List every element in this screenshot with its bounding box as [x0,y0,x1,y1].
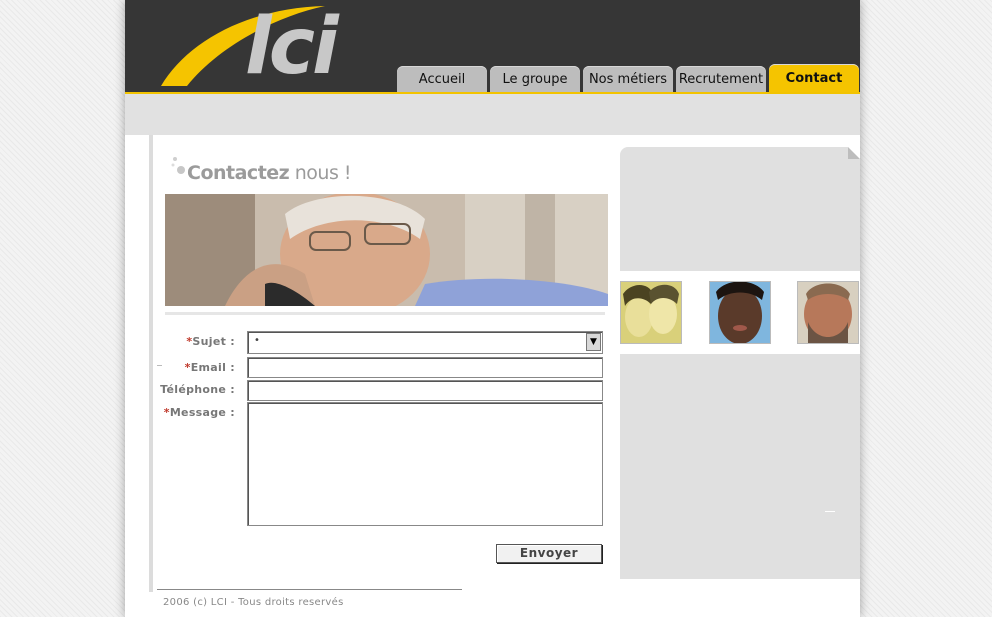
side-panel-bottom [620,354,860,579]
footer-divider [157,589,462,590]
woman-portrait-image [710,282,770,343]
subject-label: *Sujet : [186,335,235,348]
footer-copyright: 2006 (c) LCI - Tous droits reservés [163,597,344,608]
sub-bar [125,94,860,135]
thumb-woman [709,281,771,344]
tab-recrutement[interactable]: Recrutement [676,66,766,92]
page-fold-icon [848,147,860,159]
decor-dash-light [825,511,835,512]
man-portrait-image [798,282,858,343]
tab-le-groupe[interactable]: Le groupe [490,66,580,92]
submit-button[interactable]: Envoyer [496,544,602,563]
page-container: lci Accueil Le groupe Nos métiers Recrut… [125,0,860,617]
message-textarea[interactable] [247,402,603,526]
phone-field[interactable] [247,380,603,401]
message-label: *Message : [163,406,235,419]
site-logo[interactable]: lci [157,2,339,92]
title-light: nous ! [289,162,352,184]
email-label: *Email : [184,361,235,374]
decor-dash [157,365,162,366]
title-bold: Contactez [187,162,290,184]
tab-accueil[interactable]: Accueil [397,66,487,92]
email-field[interactable] [247,357,603,378]
side-panel-top [620,147,860,271]
photo-underline [165,312,605,315]
tab-contact[interactable]: Contact [769,64,859,92]
chevron-down-icon[interactable]: ▼ [586,333,601,351]
header: lci Accueil Le groupe Nos métiers Recrut… [125,0,860,94]
subject-selected-value: • [254,335,260,346]
thumb-women [620,281,682,344]
tab-nos-metiers[interactable]: Nos métiers [583,66,673,92]
logo-text: lci [245,2,339,92]
page-title: Contactez nous ! [187,162,352,184]
subject-select[interactable]: • ▼ [247,331,603,354]
man-on-phone-image [165,194,608,306]
phone-label: Téléphone : [160,383,235,396]
dots-icon [171,157,185,174]
women-portrait-image [621,282,681,343]
contact-photo [165,194,608,306]
thumb-man [797,281,859,344]
